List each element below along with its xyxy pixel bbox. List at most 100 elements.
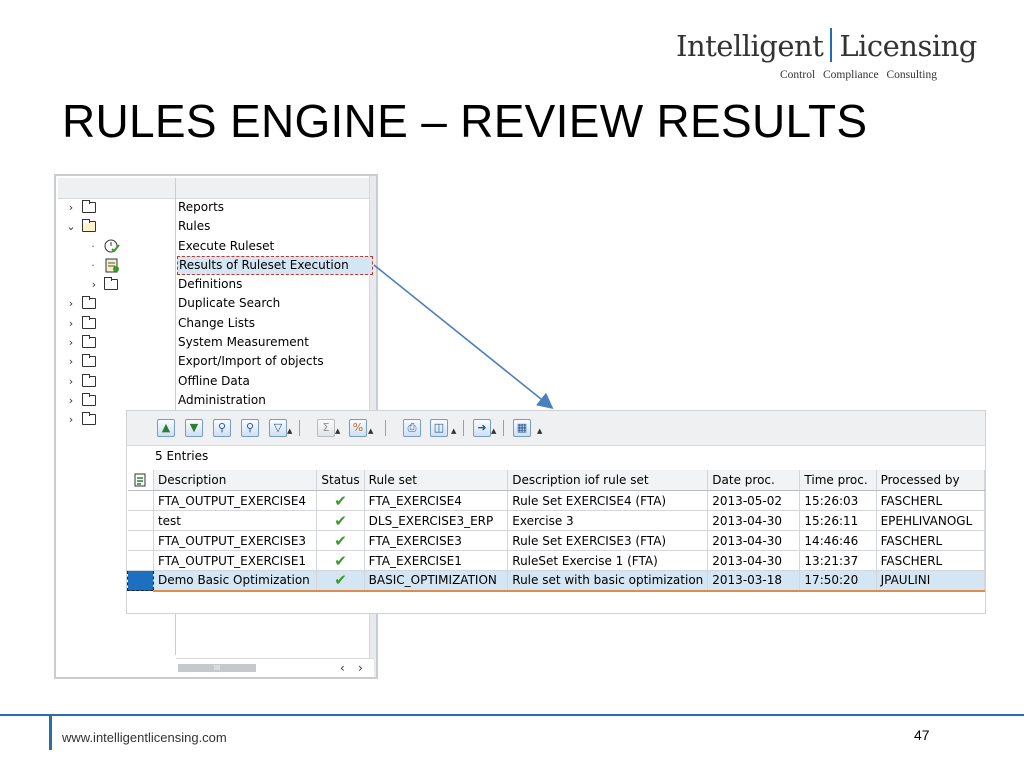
cell-rule-set: FTA_EXERCISE1 — [364, 550, 509, 571]
dropdown-arrow-icon[interactable]: ▲ — [335, 427, 340, 435]
tree-item[interactable]: › Definitions — [56, 275, 372, 294]
entries-count: 5 Entries — [155, 449, 209, 463]
row-selector[interactable] — [127, 530, 154, 551]
folder-icon — [82, 354, 96, 368]
column-header-rule-set[interactable]: Rule set — [364, 470, 509, 491]
dropdown-arrow-icon[interactable]: ▲ — [491, 427, 496, 435]
cell-time-proc: 17:50:20 — [799, 570, 877, 592]
chevron-right-icon[interactable]: › — [65, 352, 77, 371]
tree-item-label: Results of Ruleset Execution — [177, 255, 373, 275]
cell-rule-set-description: Exercise 3 — [507, 510, 709, 531]
cell-status: ✔ — [316, 530, 365, 551]
sort-descending-icon[interactable]: ▼ — [185, 419, 203, 437]
table-row[interactable]: test ✔ DLS_EXERCISE3_ERP Exercise 3 2013-04-… — [127, 510, 986, 531]
column-header-date-proc[interactable]: Date proc. — [707, 470, 801, 491]
column-header-rule-set-description[interactable]: Description iof rule set — [507, 470, 709, 491]
cell-rule-set: DLS_EXERCISE3_ERP — [364, 510, 509, 531]
column-header-description[interactable]: Description — [153, 470, 318, 491]
checkmark-icon: ✔ — [334, 571, 347, 590]
tree-item[interactable]: › Reports — [56, 198, 372, 217]
dropdown-arrow-icon[interactable]: ▲ — [451, 427, 456, 435]
chevron-right-icon[interactable]: › — [65, 372, 77, 391]
views-icon[interactable]: ◫ — [430, 419, 448, 437]
tree-item[interactable]: ⌄ Rules — [56, 217, 372, 236]
cell-rule-set-description: Rule set with basic optimization — [507, 570, 709, 592]
tree-item[interactable]: › Offline Data — [56, 372, 372, 391]
tree-list: › Reports ⌄ Rules · Execute Ruleset · Results o… — [56, 198, 373, 430]
checkmark-icon: ✔ — [334, 551, 347, 570]
tree-item[interactable]: › Administration — [56, 391, 372, 410]
chevron-right-icon[interactable]: › — [65, 333, 77, 352]
chevron-right-icon[interactable]: › — [65, 314, 77, 333]
column-header-processed-by[interactable]: Processed by — [876, 470, 986, 491]
tree-item[interactable]: › Export/Import of objects — [56, 352, 372, 371]
tree-horizontal-scrollbar[interactable]: III ‹ › — [176, 658, 374, 677]
sort-ascending-icon[interactable]: ▲ — [157, 419, 175, 437]
scrollbar-thumb[interactable]: III — [178, 664, 256, 672]
toolbar-separator — [299, 420, 300, 436]
row-selector[interactable] — [127, 490, 154, 511]
tree-item-label: Rules — [178, 219, 211, 234]
sum-icon[interactable]: Σ — [317, 419, 335, 437]
row-selector[interactable] — [127, 570, 154, 591]
cell-status: ✔ — [316, 550, 365, 571]
cell-date-proc: 2013-03-18 — [707, 570, 801, 592]
select-all-icon[interactable] — [127, 470, 154, 491]
tree-item-label: Definitions — [178, 277, 243, 292]
column-header-time-proc[interactable]: Time proc. — [799, 470, 877, 491]
subtotals-icon[interactable]: % — [349, 419, 367, 437]
cell-processed-by: FASCHERL — [876, 550, 986, 571]
dropdown-arrow-icon[interactable]: ▲ — [537, 427, 542, 435]
folder-icon — [82, 392, 96, 406]
find-icon[interactable]: ⚲ — [213, 419, 231, 437]
find-next-icon[interactable]: ⚲ — [241, 419, 259, 437]
table-row[interactable]: FTA_OUTPUT_EXERCISE4 ✔ FTA_EXERCISE4 Rule S… — [127, 490, 986, 511]
cell-date-proc: 2013-04-30 — [707, 530, 801, 551]
table-row[interactable]: Demo Basic Optimization ✔ BASIC_OPTIMIZATI… — [127, 570, 986, 592]
cell-description: Demo Basic Optimization — [153, 570, 318, 592]
folder-icon — [82, 296, 96, 310]
filter-icon[interactable]: ▽ — [269, 419, 287, 437]
footer-url: www.intelligentlicensing.com — [62, 730, 227, 745]
tree-item[interactable]: · Results of Ruleset Execution — [56, 255, 373, 275]
results-table: Description Status Rule set Description … — [127, 470, 986, 592]
chevron-right-icon[interactable]: › — [88, 275, 100, 294]
tree-item[interactable]: › Duplicate Search — [56, 294, 372, 313]
chevron-right-icon[interactable]: › — [65, 391, 77, 410]
table-row[interactable]: FTA_OUTPUT_EXERCISE3 ✔ FTA_EXERCISE3 Rule S… — [127, 530, 986, 551]
tree-item[interactable]: › Change Lists — [56, 314, 372, 333]
table-row[interactable]: FTA_OUTPUT_EXERCISE1 ✔ FTA_EXERCISE1 RuleSe… — [127, 550, 986, 571]
table-header-row: Description Status Rule set Description … — [127, 470, 986, 491]
dropdown-arrow-icon[interactable]: ▲ — [368, 427, 373, 435]
row-selector[interactable] — [127, 510, 154, 531]
dropdown-arrow-icon[interactable]: ▲ — [287, 427, 292, 435]
chevron-right-icon[interactable]: › — [65, 410, 77, 429]
row-selector[interactable] — [127, 550, 154, 571]
tree-item-label: Duplicate Search — [178, 296, 281, 311]
cell-time-proc: 13:21:37 — [799, 550, 877, 571]
scroll-left-icon[interactable]: ‹ — [340, 659, 345, 677]
scroll-right-icon[interactable]: › — [358, 659, 363, 677]
chevron-right-icon[interactable]: › — [65, 294, 77, 313]
column-header-status[interactable]: Status — [316, 470, 365, 491]
cell-date-proc: 2013-04-30 — [707, 510, 801, 531]
toolbar-separator — [463, 420, 464, 436]
print-icon[interactable]: ⎙ — [403, 419, 421, 437]
chevron-down-icon[interactable]: ⌄ — [65, 217, 77, 236]
chevron-right-icon[interactable]: › — [65, 198, 77, 217]
cell-rule-set-description: Rule Set EXERCISE4 (FTA) — [507, 490, 709, 511]
cell-time-proc: 15:26:11 — [799, 510, 877, 531]
tree-bullet-icon: · — [91, 239, 95, 253]
cell-processed-by: FASCHERL — [876, 530, 986, 551]
footer-accent-bar — [49, 716, 52, 750]
tree-item[interactable]: › System Measurement — [56, 333, 372, 352]
tree-item[interactable]: · Execute Ruleset — [56, 237, 372, 256]
slide-title: RULES ENGINE – REVIEW RESULTS — [62, 95, 868, 147]
tree-item-label: Offline Data — [178, 373, 250, 388]
folder-icon — [82, 200, 96, 213]
tree-item-label: Reports — [178, 200, 225, 214]
layout-icon[interactable]: ▦ — [513, 419, 531, 437]
cell-processed-by: EPEHLIVANOGL — [876, 510, 986, 531]
folder-open-icon — [82, 219, 96, 233]
export-icon[interactable]: ➜ — [473, 419, 491, 437]
